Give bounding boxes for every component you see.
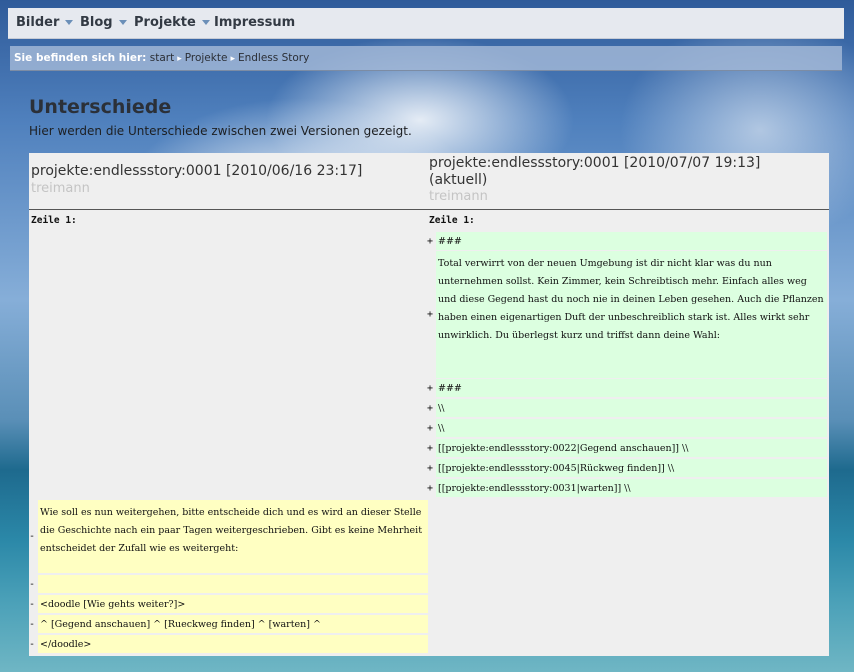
chevron-down-icon xyxy=(65,20,74,25)
deleted-line-text: </doodle> xyxy=(38,635,428,653)
added-sign: + xyxy=(427,422,434,434)
diff-added-line: + ### xyxy=(427,379,827,397)
top-navigation: Bilder Blog Projekte Impressum xyxy=(8,8,844,39)
diff-added-line: + \\ xyxy=(427,399,827,417)
deleted-sign: - xyxy=(29,531,36,542)
chevron-down-icon xyxy=(201,20,210,25)
diff-added-line: + Total verwirrt von der neuen Umgebung … xyxy=(427,251,827,378)
breadcrumb: Sie befinden sich hier: start ▸ Projekte ▸ E… xyxy=(10,46,842,71)
right-line-number: Zeile 1: xyxy=(429,215,475,226)
diff-deleted-line: - Wie soll es nun weitergehen, bitte ent… xyxy=(29,500,428,573)
breadcrumb-separator-icon: ▸ xyxy=(177,54,182,64)
diff-header-right: projekte:endlessstory:0001 [2010/07/07 1… xyxy=(429,155,827,210)
diff-deleted-line: - <doodle [Wie gehts weiter?]> xyxy=(29,595,428,613)
added-sign: + xyxy=(427,482,434,494)
nav-item-projekte[interactable]: Projekte xyxy=(134,13,210,33)
added-sign: + xyxy=(427,442,434,454)
added-sign: + xyxy=(427,235,434,247)
added-line-text: \\ xyxy=(436,399,827,417)
diff-added-line: + \\ xyxy=(427,419,827,437)
deleted-line-text xyxy=(38,575,428,593)
nav-item-impressum[interactable]: Impressum xyxy=(214,13,295,33)
breadcrumb-item-projekte[interactable]: Projekte xyxy=(185,52,228,64)
right-revision-user: treimann xyxy=(429,189,488,204)
diff-added-line: + [[projekte:endlessstory:0031|warten]] … xyxy=(427,479,827,497)
breadcrumb-lead: Sie befinden sich hier: xyxy=(14,52,147,64)
diff-deleted-line: - </doodle> xyxy=(29,635,428,653)
added-sign: + xyxy=(427,382,434,394)
deleted-sign: - xyxy=(29,578,36,590)
breadcrumb-item-start[interactable]: start xyxy=(150,52,174,64)
page-title: Unterschiede xyxy=(29,96,172,118)
deleted-sign: - xyxy=(29,618,36,630)
page-intro: Hier werden die Unterschiede zwischen zw… xyxy=(29,124,412,138)
left-revision-link[interactable]: projekte:endlessstory:0001 [2010/06/16 2… xyxy=(31,163,421,180)
diff-added-line: + [[projekte:endlessstory:0022|Gegend an… xyxy=(427,439,827,457)
diff-added-line: + [[projekte:endlessstory:0045|Rückweg f… xyxy=(427,459,827,477)
chevron-down-icon xyxy=(118,20,127,25)
deleted-line-text: <doodle [Wie gehts weiter?]> xyxy=(38,595,428,613)
left-line-number: Zeile 1: xyxy=(31,215,77,226)
added-line-text: Total verwirrt von der neuen Umgebung is… xyxy=(436,251,827,378)
diff-added-line: + ### xyxy=(427,232,827,250)
added-line-text: [[projekte:endlessstory:0045|Rückweg fin… xyxy=(436,459,827,477)
deleted-sign: - xyxy=(29,598,36,610)
breadcrumb-separator-icon: ▸ xyxy=(230,54,235,64)
diff-deleted-line: - xyxy=(29,575,428,593)
header-divider xyxy=(29,209,829,210)
deleted-sign: - xyxy=(29,638,36,650)
nav-item-blog[interactable]: Blog xyxy=(80,13,127,33)
added-sign: + xyxy=(427,462,434,474)
added-line-text: ### xyxy=(436,379,827,397)
left-revision-user: treimann xyxy=(31,181,90,196)
nav-item-bilder[interactable]: Bilder xyxy=(16,13,74,33)
right-revision-link[interactable]: projekte:endlessstory:0001 [2010/07/07 1… xyxy=(429,155,827,172)
deleted-line-text: ^ [Gegend anschauen] ^ [Rueckweg finden]… xyxy=(38,615,428,633)
added-line-text: [[projekte:endlessstory:0031|warten]] \\ xyxy=(436,479,827,497)
right-revision-note: (aktuell) xyxy=(429,172,488,188)
added-line-text: \\ xyxy=(436,419,827,437)
breadcrumb-item-current[interactable]: Endless Story xyxy=(238,52,309,64)
added-sign: + xyxy=(427,402,434,414)
added-sign: + xyxy=(427,309,434,320)
added-line-text: [[projekte:endlessstory:0022|Gegend ansc… xyxy=(436,439,827,457)
added-line-text: ### xyxy=(436,232,827,250)
deleted-line-text: Wie soll es nun weitergehen, bitte entsc… xyxy=(38,500,428,573)
diff-deleted-line: - ^ [Gegend anschauen] ^ [Rueckweg finde… xyxy=(29,615,428,633)
diff-table: projekte:endlessstory:0001 [2010/06/16 2… xyxy=(29,153,829,656)
